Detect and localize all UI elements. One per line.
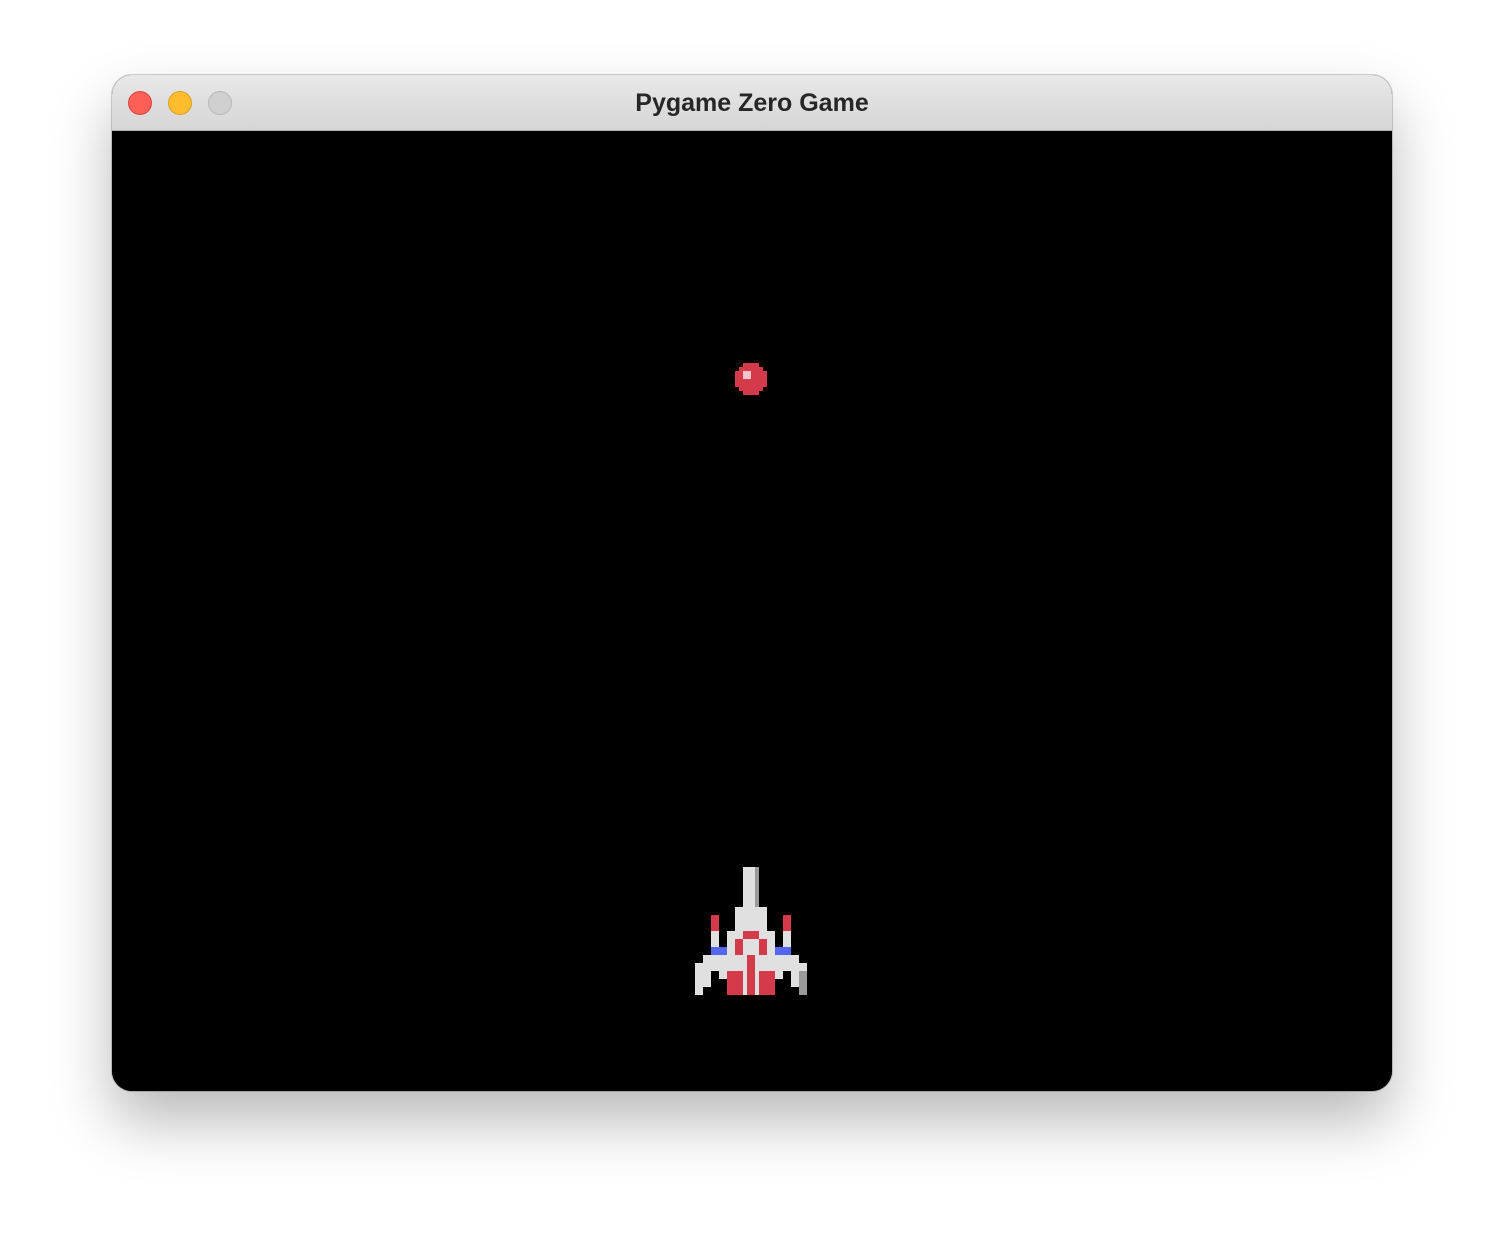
title-bar[interactable]: Pygame Zero Game [112, 75, 1392, 131]
player-ship-icon [695, 867, 807, 995]
enemy-bullet-icon [735, 363, 767, 395]
window-title: Pygame Zero Game [635, 89, 869, 117]
game-window: Pygame Zero Game [112, 75, 1392, 1091]
game-canvas[interactable] [112, 131, 1392, 1091]
